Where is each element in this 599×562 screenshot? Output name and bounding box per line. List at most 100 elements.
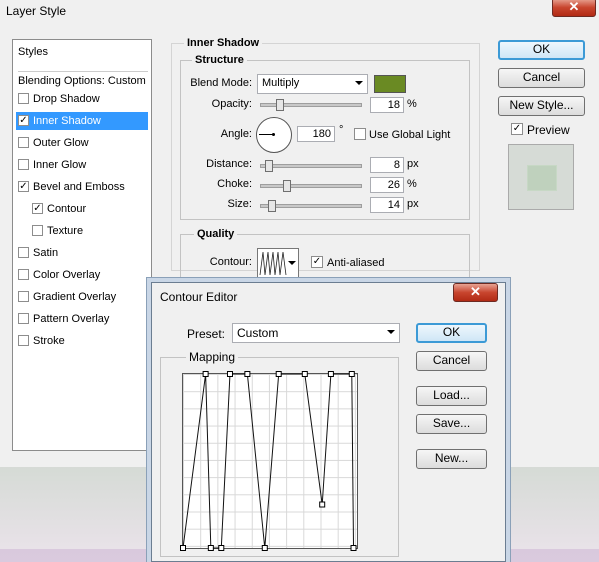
style-item-pattern-overlay[interactable]: Pattern Overlay [16, 310, 148, 328]
style-item-checkbox[interactable] [18, 335, 29, 346]
angle-unit: ° [339, 124, 344, 136]
close-button[interactable]: ✕ [552, 0, 596, 17]
contour-control-point[interactable] [261, 545, 268, 551]
shadow-color-swatch[interactable] [374, 75, 406, 93]
choke-slider-thumb[interactable] [283, 180, 291, 192]
style-item-checkbox[interactable] [18, 93, 29, 104]
contour-control-point[interactable] [180, 545, 186, 551]
blending-options-item[interactable]: Blending Options: Custom [18, 71, 148, 87]
style-item-color-overlay[interactable]: Color Overlay [16, 266, 148, 284]
opacity-label: Opacity: [211, 98, 252, 110]
preview-label: Preview [527, 123, 570, 137]
style-item-drop-shadow[interactable]: Drop Shadow [16, 90, 148, 108]
style-item-texture[interactable]: Texture [16, 222, 148, 240]
distance-input[interactable]: 8 [370, 157, 404, 173]
style-item-checkbox[interactable] [18, 291, 29, 302]
dialog-title: Layer Style [6, 4, 67, 18]
opacity-input[interactable]: 18 [370, 97, 404, 113]
distance-label: Distance: [206, 158, 252, 170]
size-slider-thumb[interactable] [268, 200, 276, 212]
anti-aliased-checkbox[interactable]: ✓ [311, 256, 323, 268]
contour-cancel-button[interactable]: Cancel [416, 351, 487, 371]
contour-curve[interactable] [180, 371, 357, 551]
save-button[interactable]: Save... [416, 414, 487, 434]
opacity-slider-thumb[interactable] [276, 99, 284, 111]
preset-value: Custom [237, 326, 279, 340]
style-item-label: Inner Shadow [33, 115, 101, 127]
contour-control-point[interactable] [350, 545, 357, 551]
contour-graph[interactable] [180, 371, 358, 551]
style-item-checkbox[interactable] [18, 247, 29, 258]
style-item-satin[interactable]: Satin [16, 244, 148, 262]
style-item-checkbox[interactable] [18, 159, 29, 170]
new-button[interactable]: New... [416, 449, 487, 469]
anti-aliased-label: Anti-aliased [327, 257, 385, 269]
distance-slider-thumb[interactable] [265, 160, 273, 172]
contour-chevron-icon [288, 261, 296, 265]
preset-select[interactable]: Custom [232, 323, 400, 343]
new-style-button[interactable]: New Style... [498, 96, 585, 116]
preset-label: Preset: [187, 327, 226, 341]
style-item-inner-glow[interactable]: Inner Glow [16, 156, 148, 174]
contour-control-point[interactable] [319, 501, 326, 508]
style-item-checkbox[interactable] [18, 313, 29, 324]
blend-mode-select[interactable]: Multiply [257, 74, 368, 94]
contour-control-point[interactable] [226, 371, 233, 377]
style-item-checkbox[interactable]: ✓ [18, 115, 29, 126]
style-item-label: Inner Glow [33, 159, 87, 171]
blend-mode-label: Blend Mode: [190, 77, 252, 89]
contour-ok-button[interactable]: OK [416, 323, 487, 343]
opacity-slider[interactable] [260, 99, 362, 111]
style-item-checkbox[interactable]: ✓ [32, 203, 43, 214]
styles-header[interactable]: Styles [18, 46, 48, 58]
style-item-label: Gradient Overlay [33, 291, 117, 303]
size-input[interactable]: 14 [370, 197, 404, 213]
blend-mode-value: Multiply [262, 77, 300, 89]
load-button[interactable]: Load... [416, 386, 487, 406]
contour-picker[interactable] [257, 248, 299, 278]
style-item-bevel-and-emboss[interactable]: ✓ Bevel and Emboss [16, 178, 148, 196]
style-item-label: Outer Glow [33, 137, 89, 149]
contour-control-point[interactable] [327, 371, 334, 377]
choke-slider[interactable] [260, 180, 362, 192]
size-slider[interactable] [260, 200, 362, 212]
ok-button[interactable]: OK [498, 40, 585, 60]
style-item-stroke[interactable]: Stroke [16, 332, 148, 350]
style-item-checkbox[interactable] [32, 225, 43, 236]
style-item-label: Texture [47, 225, 84, 237]
style-item-contour[interactable]: ✓ Contour [16, 200, 148, 218]
styles-list: Styles Blending Options: Custom Drop Sha… [12, 39, 152, 451]
contour-control-point[interactable] [301, 371, 308, 377]
structure-title: Structure [192, 54, 247, 66]
contour-control-point[interactable] [348, 371, 355, 377]
preview-thumbnail [508, 144, 574, 210]
style-item-checkbox[interactable] [18, 137, 29, 148]
style-item-gradient-overlay[interactable]: Gradient Overlay [16, 288, 148, 306]
preview-checkbox[interactable]: ✓ [511, 123, 523, 135]
choke-input[interactable]: 26 [370, 177, 404, 193]
style-item-inner-shadow[interactable]: ✓ Inner Shadow [16, 112, 148, 130]
contour-editor-close-button[interactable]: ✕ [453, 283, 498, 302]
mapping-title: Mapping [186, 350, 239, 364]
contour-control-point[interactable] [275, 371, 282, 377]
contour-control-point[interactable] [202, 371, 209, 377]
quality-title: Quality [194, 228, 238, 240]
style-item-label: Pattern Overlay [33, 313, 110, 325]
angle-input[interactable]: 180 [297, 126, 335, 142]
distance-slider[interactable] [260, 160, 362, 172]
contour-curve-line[interactable] [182, 373, 355, 549]
style-item-outer-glow[interactable]: Outer Glow [16, 134, 148, 152]
style-item-checkbox[interactable] [18, 269, 29, 280]
contour-control-point[interactable] [218, 545, 225, 551]
contour-control-point[interactable] [244, 371, 251, 377]
cancel-button[interactable]: Cancel [498, 68, 585, 88]
contour-control-point[interactable] [207, 545, 214, 551]
style-item-checkbox[interactable]: ✓ [18, 181, 29, 192]
use-global-light-checkbox[interactable] [354, 128, 366, 140]
opacity-unit: % [407, 98, 417, 110]
angle-dial[interactable] [256, 117, 292, 153]
choke-unit: % [407, 178, 417, 190]
contour-editor-title: Contour Editor [160, 290, 238, 304]
use-global-light-label: Use Global Light [369, 129, 451, 141]
angle-label: Angle: [220, 128, 252, 140]
